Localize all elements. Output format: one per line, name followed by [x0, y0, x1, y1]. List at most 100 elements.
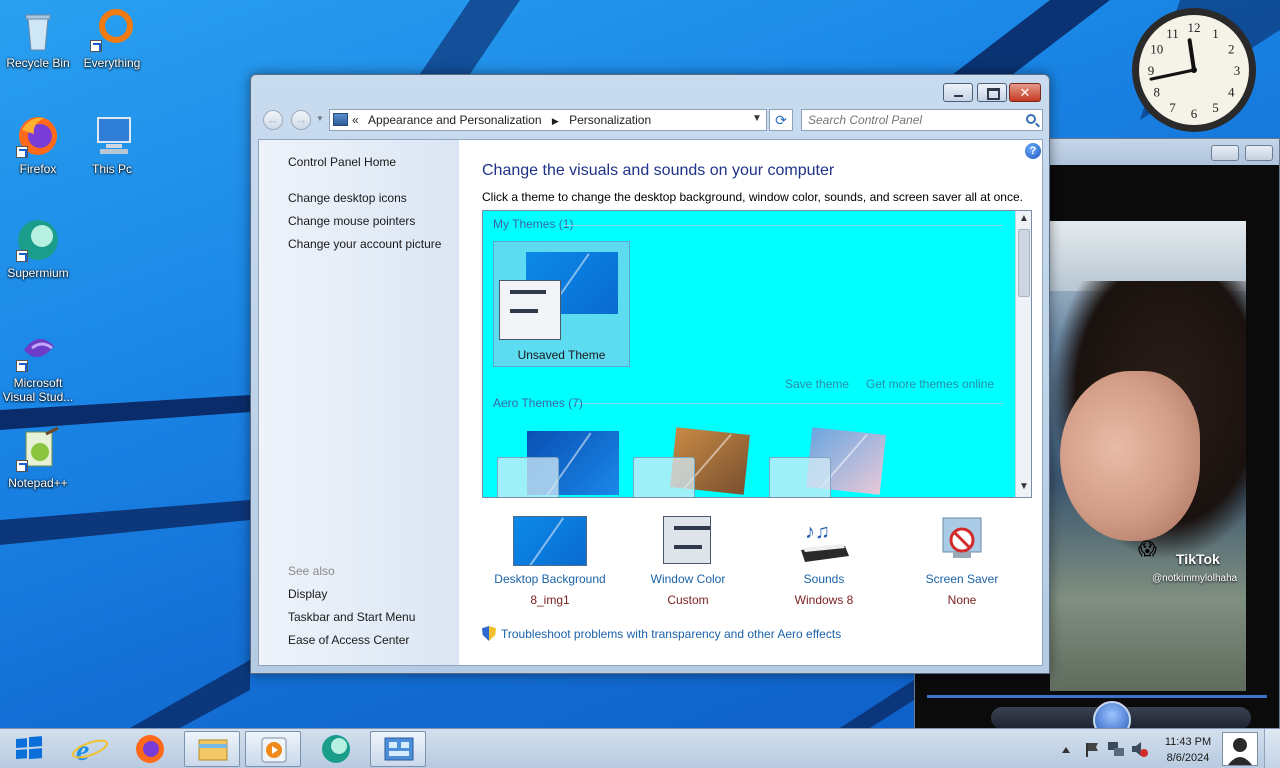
window-color-option[interactable]: Window Color Custom — [619, 516, 757, 607]
window-color-preview-icon — [769, 457, 831, 497]
option-label: Sounds — [803, 572, 845, 586]
personalization-window[interactable]: ✕ ← → ▼ « Appearance and Personalization… — [250, 74, 1050, 674]
shortcut-arrow-icon — [16, 460, 28, 472]
search-input[interactable] — [802, 110, 1012, 130]
tiktok-watermark: TikTok — [1176, 551, 1220, 567]
change-desktop-icons-link[interactable]: Change desktop icons — [288, 191, 407, 205]
svg-text:♪♫: ♪♫ — [805, 521, 830, 543]
change-account-picture-link[interactable]: Change your account picture — [288, 237, 441, 251]
help-icon[interactable]: ? — [1025, 143, 1041, 159]
page-description: Click a theme to change the desktop back… — [482, 190, 1023, 204]
breadcrumb-appearance[interactable]: Appearance and Personalization — [368, 113, 541, 127]
user-avatar[interactable] — [1222, 732, 1258, 766]
recycle-bin-shortcut[interactable]: Recycle Bin — [0, 6, 76, 70]
search-box[interactable] — [801, 109, 1043, 131]
firefox-shortcut[interactable]: Firefox — [0, 112, 76, 176]
window-color-preview-icon — [633, 457, 695, 497]
theme-aero-characters[interactable] — [769, 427, 893, 497]
refresh-button[interactable]: ⟳ — [769, 109, 793, 131]
theme-list[interactable]: My Themes (1) Unsaved Theme Save theme G… — [482, 210, 1032, 498]
save-theme-link[interactable]: Save theme — [785, 377, 849, 391]
theme-unsaved[interactable]: Unsaved Theme — [493, 241, 630, 367]
desktop-icon-label: Microsoft Visual Stud... — [2, 376, 74, 404]
back-button[interactable]: ← — [263, 110, 283, 130]
minimize-button[interactable] — [943, 83, 973, 102]
taskbar-start-menu-link[interactable]: Taskbar and Start Menu — [288, 610, 415, 624]
file-explorer-icon[interactable] — [184, 731, 240, 767]
change-mouse-pointers-link[interactable]: Change mouse pointers — [288, 214, 415, 228]
option-value: 8_img1 — [530, 593, 570, 607]
breadcrumb-overflow[interactable]: « — [352, 113, 359, 127]
maximize-button[interactable] — [1245, 145, 1273, 161]
theme-name: Unsaved Theme — [517, 348, 606, 362]
minimize-button[interactable] — [1211, 145, 1239, 161]
search-icon[interactable] — [1026, 114, 1036, 124]
seek-bar[interactable] — [927, 695, 1267, 698]
taskbar-clock[interactable]: 11:43 PM 8/6/2024 — [1160, 734, 1216, 766]
firefox-icon[interactable] — [122, 731, 178, 767]
troubleshoot-link[interactable]: Troubleshoot problems with transparency … — [482, 626, 841, 641]
show-desktop-button[interactable] — [1264, 729, 1280, 768]
visual-studio-shortcut[interactable]: Microsoft Visual Stud... — [0, 326, 76, 404]
notepad-plus-plus-shortcut[interactable]: Notepad++ — [0, 426, 76, 490]
desktop-icon-label: Supermium — [7, 266, 69, 280]
control-panel-icon[interactable] — [370, 731, 426, 767]
shield-icon — [482, 626, 496, 641]
close-button[interactable]: ✕ — [1009, 83, 1041, 102]
sounds-option[interactable]: ♪♫ Sounds Windows 8 — [755, 516, 893, 607]
window-color-preview — [663, 516, 711, 564]
clock-gadget[interactable]: 1 2 3 4 5 6 7 8 9 10 11 12 — [1130, 6, 1258, 134]
option-label: Desktop Background — [494, 572, 606, 586]
window-color-icon — [651, 516, 725, 566]
clock-numeral: 6 — [1191, 106, 1198, 121]
scroll-up-icon[interactable]: ▲ — [1016, 213, 1031, 224]
window-color-preview-icon — [499, 280, 561, 340]
clock-numeral: 11 — [1166, 26, 1179, 41]
video-frame[interactable]: 😱 TikTok @notkimmylolhaha — [1050, 221, 1246, 693]
address-dropdown-icon[interactable]: ▼ — [752, 113, 762, 124]
control-panel-home-link[interactable]: Control Panel Home — [288, 155, 396, 169]
theme-aero-architecture[interactable] — [633, 427, 757, 497]
clock-numeral: 5 — [1212, 100, 1219, 115]
window-titlebar[interactable]: ✕ — [251, 75, 1049, 109]
screen-saver-option[interactable]: Screen Saver None — [893, 516, 1031, 607]
show-hidden-icons-icon — [1062, 747, 1070, 753]
video-subject-face — [1060, 371, 1200, 541]
pause-button[interactable] — [1093, 701, 1131, 728]
scroll-down-icon[interactable]: ▼ — [1016, 481, 1031, 492]
display-link[interactable]: Display — [288, 587, 327, 601]
this-pc-shortcut[interactable]: This Pc — [74, 112, 150, 176]
desktop-background-option[interactable]: Desktop Background 8_img1 — [481, 516, 619, 607]
media-player-icon[interactable] — [245, 731, 301, 767]
supermium-icon[interactable] — [308, 731, 364, 767]
troubleshoot-link-text[interactable]: Troubleshoot problems with transparency … — [501, 627, 841, 641]
shortcut-arrow-icon — [16, 250, 28, 262]
breadcrumb-personalization[interactable]: Personalization — [569, 113, 651, 127]
desktop-icon-label: Notepad++ — [8, 476, 68, 490]
forward-button[interactable]: → — [291, 110, 311, 130]
recent-pages-dropdown-icon[interactable]: ▼ — [316, 114, 324, 123]
sounds-icon: ♪♫ — [787, 516, 861, 566]
internet-explorer-icon[interactable]: e — [62, 731, 118, 767]
window-color-preview-icon — [497, 457, 559, 497]
clock-numeral: 10 — [1150, 42, 1163, 57]
ease-of-access-link[interactable]: Ease of Access Center — [288, 633, 409, 647]
scrollbar-thumb[interactable] — [1018, 229, 1030, 297]
desktop-icon-label: Everything — [83, 56, 141, 70]
aero-themes-group-label: Aero Themes (7) — [493, 396, 583, 410]
task-pane: Control Panel Home Change desktop icons … — [259, 140, 459, 665]
start-button[interactable] — [2, 731, 58, 767]
address-bar[interactable]: « Appearance and Personalization ▶ Perso… — [329, 109, 767, 131]
theme-list-scrollbar[interactable]: ▲ ▼ — [1015, 211, 1031, 497]
shortcut-arrow-icon — [16, 146, 28, 158]
notepad-plus-plus-icon — [14, 426, 62, 474]
theme-aero-windows[interactable] — [497, 429, 621, 497]
maximize-button[interactable] — [977, 83, 1007, 102]
breadcrumb-separator-icon[interactable]: ▶ — [552, 116, 559, 126]
breadcrumb: « Appearance and Personalization ▶ Perso… — [352, 113, 651, 127]
option-value: None — [947, 593, 977, 607]
get-more-themes-link[interactable]: Get more themes online — [866, 377, 994, 391]
visual-studio-icon — [14, 326, 62, 374]
everything-shortcut[interactable]: Everything — [74, 6, 150, 70]
supermium-shortcut[interactable]: Supermium — [0, 216, 76, 280]
